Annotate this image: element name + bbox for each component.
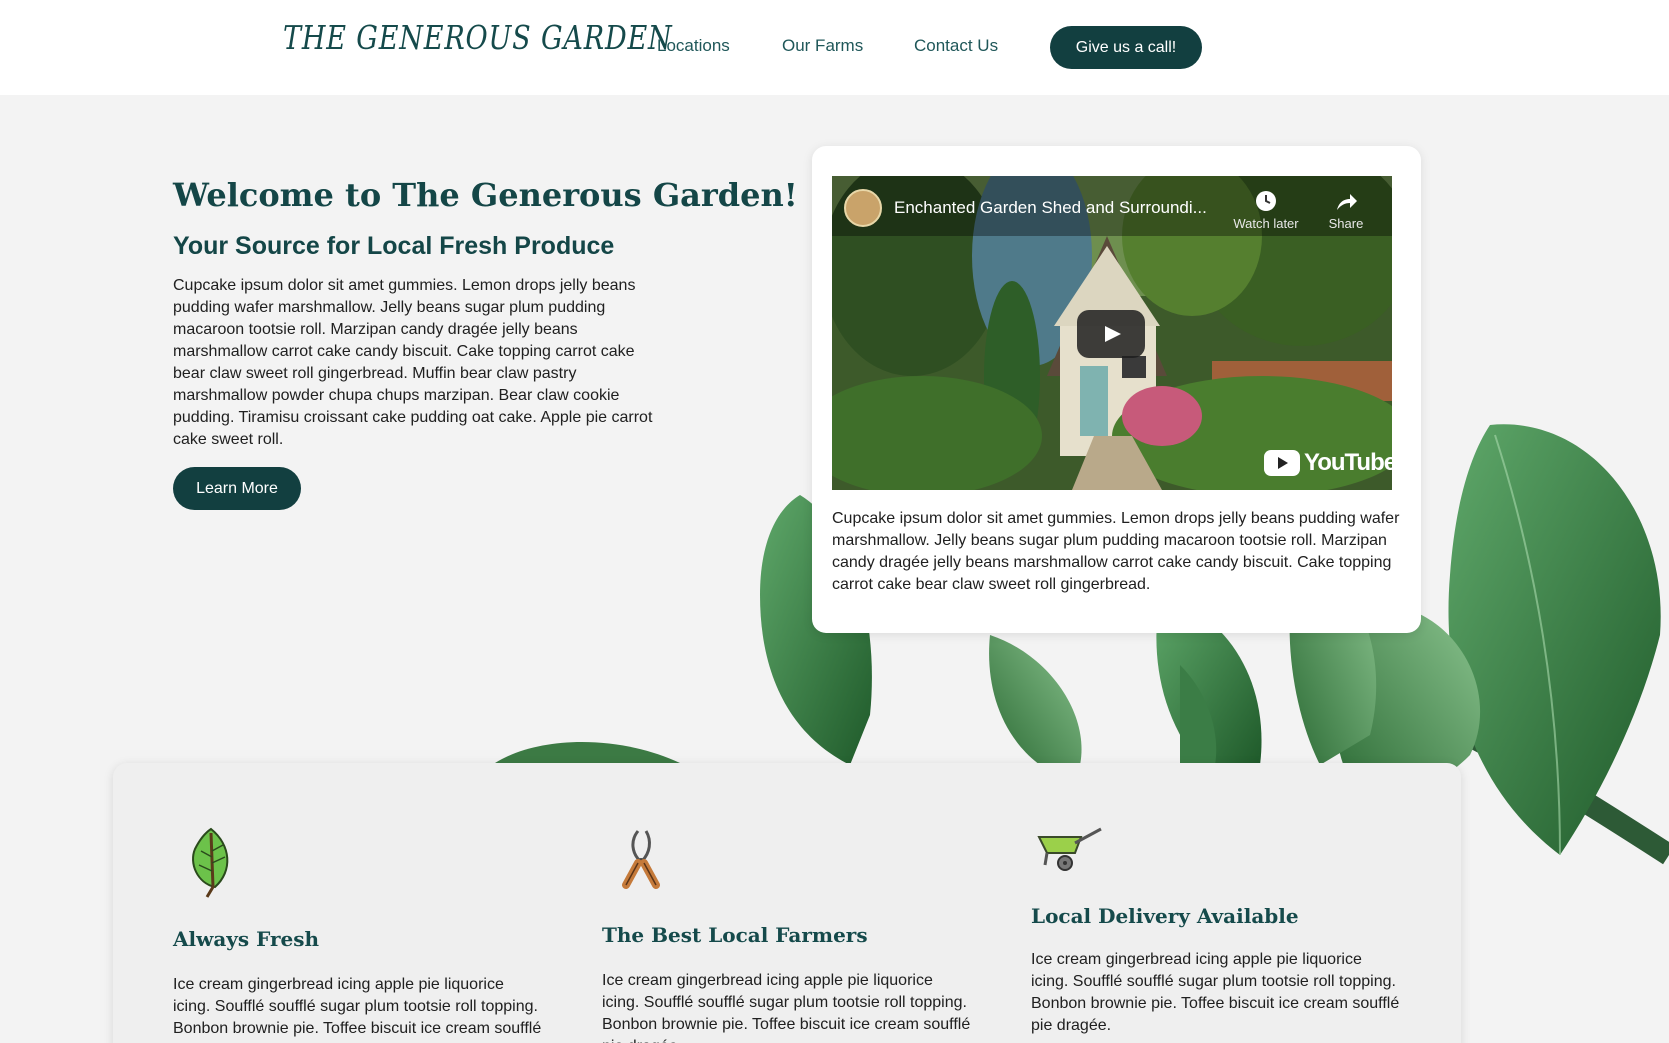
- youtube-wordmark: YouTube: [1304, 449, 1392, 476]
- play-button[interactable]: [1077, 310, 1145, 358]
- channel-avatar[interactable]: [844, 189, 882, 227]
- hero-body-text: Cupcake ipsum dolor sit amet gummies. Le…: [173, 277, 653, 448]
- site-header: THE GENEROUS GARDEN Locations Our Farms …: [0, 0, 1669, 95]
- leaf-icon: [192, 827, 229, 898]
- hero-title: Welcome to The Generous Garden!: [173, 176, 798, 214]
- watch-later-label: Watch later: [1233, 216, 1299, 231]
- share-button[interactable]: Share: [1306, 188, 1386, 231]
- nav-our-farms[interactable]: Our Farms: [782, 36, 863, 56]
- give-us-a-call-button[interactable]: Give us a call!: [1050, 26, 1202, 69]
- youtube-video-embed[interactable]: Enchanted Garden Shed and Surroundi... W…: [832, 176, 1392, 490]
- clock-icon: [1256, 191, 1276, 211]
- share-icon: [1337, 194, 1357, 210]
- feature-title-best-local-farmers: The Best Local Farmers: [602, 923, 868, 947]
- youtube-logo[interactable]: YouTube: [1264, 448, 1392, 478]
- share-label: Share: [1328, 216, 1364, 231]
- nav-contact-us[interactable]: Contact Us: [914, 36, 998, 56]
- wheelbarrow-icon: [1037, 827, 1102, 871]
- feature-title-local-delivery: Local Delivery Available: [1031, 904, 1299, 928]
- video-title[interactable]: Enchanted Garden Shed and Surroundi...: [894, 198, 1224, 218]
- pruning-shears-icon: [622, 830, 660, 889]
- nav-locations[interactable]: Locations: [657, 36, 730, 56]
- features-panel: Always Fresh Ice cream gingerbread icing…: [113, 763, 1461, 1043]
- hero-subtitle: Your Source for Local Fresh Produce: [173, 232, 615, 260]
- feature-body-best-local-farmers: Ice cream gingerbread icing apple pie li…: [602, 972, 971, 1043]
- play-icon: [1105, 326, 1121, 342]
- feature-body-always-fresh: Ice cream gingerbread icing apple pie li…: [173, 976, 542, 1043]
- site-logo[interactable]: THE GENEROUS GARDEN: [283, 18, 673, 57]
- video-card: Enchanted Garden Shed and Surroundi... W…: [812, 146, 1421, 633]
- feature-body-local-delivery: Ice cream gingerbread icing apple pie li…: [1031, 951, 1400, 1034]
- watch-later-button[interactable]: Watch later: [1226, 188, 1306, 231]
- learn-more-button[interactable]: Learn More: [173, 467, 301, 510]
- feature-title-always-fresh: Always Fresh: [173, 927, 320, 951]
- youtube-play-icon: [1264, 450, 1300, 476]
- video-description: Cupcake ipsum dolor sit amet gummies. Le…: [832, 510, 1400, 593]
